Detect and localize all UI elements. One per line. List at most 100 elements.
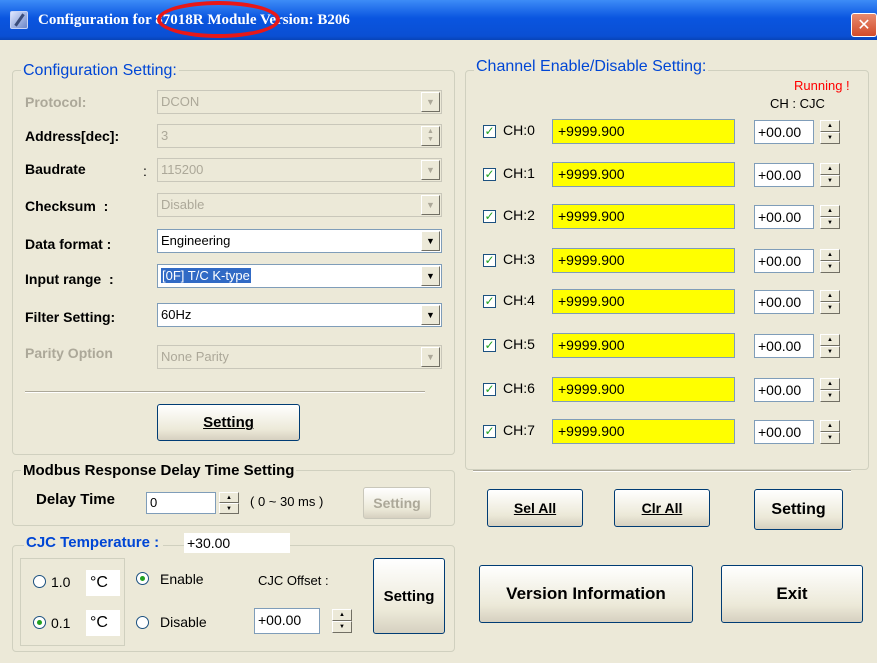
channel-checkbox[interactable]: ✓ (483, 254, 496, 267)
sel-all-button[interactable]: Sel All (487, 489, 583, 527)
spin-up-icon[interactable]: ▲ (820, 120, 840, 132)
input-range-select[interactable]: [0F] T/C K-type ▼ (157, 264, 442, 288)
channel-checkbox[interactable]: ✓ (483, 125, 496, 138)
spin-down-icon[interactable]: ▼ (820, 261, 840, 273)
exit-button[interactable]: Exit (721, 565, 863, 623)
channel-cjc-stepper[interactable]: ▲ ▼ (820, 249, 840, 273)
spin-down-icon[interactable]: ▼ (820, 390, 840, 402)
chevron-down-icon: ▼ (421, 92, 440, 112)
app-icon (10, 11, 28, 29)
channel-cjc-input[interactable]: +00.00 (754, 334, 814, 358)
channel-cjc-value: +00.00 (758, 209, 802, 225)
channel-setting-button[interactable]: Setting (754, 489, 843, 530)
chevron-down-icon[interactable]: ▼ (421, 266, 440, 286)
channel-cjc-stepper[interactable]: ▲ ▼ (820, 420, 840, 444)
channel-cjc-input[interactable]: +00.00 (754, 205, 814, 229)
spin-down-icon[interactable]: ▼ (820, 346, 840, 358)
channel-value: +9999.900 (558, 166, 625, 182)
resolution-1-0-radio[interactable] (33, 575, 46, 588)
spin-down-icon[interactable]: ▼ (820, 217, 840, 229)
input-range-label: Input range : (25, 271, 114, 287)
spin-up-icon[interactable]: ▲ (820, 420, 840, 432)
spin-up-icon[interactable]: ▲ (820, 249, 840, 261)
cjc-offset-input[interactable]: +00.00 (254, 608, 320, 634)
unit-c-label-1: °C (90, 574, 108, 591)
cjc-enable-radio[interactable] (136, 572, 149, 585)
channel-cjc-stepper[interactable]: ▲ ▼ (820, 163, 840, 187)
address-value: 3 (161, 128, 169, 143)
spin-up-icon[interactable]: ▲ (820, 334, 840, 346)
channel-cjc-value: +00.00 (758, 167, 802, 183)
channel-label: CH:0 (503, 122, 535, 138)
channel-checkbox[interactable]: ✓ (483, 425, 496, 438)
channel-cjc-stepper[interactable]: ▲ ▼ (820, 334, 840, 358)
channel-cjc-input[interactable]: +00.00 (754, 120, 814, 144)
title-bar[interactable]: Configuration for 87018R Module Version:… (0, 0, 877, 40)
delay-time-input[interactable]: 0 (146, 492, 216, 514)
close-button[interactable]: ✕ (851, 13, 877, 37)
spin-down-icon[interactable]: ▼ (820, 302, 840, 314)
channel-value: +9999.900 (558, 423, 625, 439)
channel-checkbox[interactable]: ✓ (483, 295, 496, 308)
spin-down-icon[interactable]: ▼ (219, 503, 239, 514)
channel-value-field: +9999.900 (552, 333, 735, 358)
config-setting-button[interactable]: Setting (157, 404, 300, 441)
channel-label: CH:1 (503, 165, 535, 181)
parity-option-select: None Parity ▼ (157, 345, 442, 369)
spin-up-icon[interactable]: ▲ (219, 492, 239, 503)
channel-cjc-input[interactable]: +00.00 (754, 249, 814, 273)
data-format-select[interactable]: Engineering ▼ (157, 229, 442, 253)
spin-down-icon[interactable]: ▼ (820, 175, 840, 187)
spin-up-icon[interactable]: ▲ (332, 609, 352, 621)
spin-down-icon[interactable]: ▼ (820, 132, 840, 144)
filter-setting-value: 60Hz (161, 307, 192, 322)
channel-cjc-input[interactable]: +00.00 (754, 378, 814, 402)
channel-cjc-stepper[interactable]: ▲ ▼ (820, 205, 840, 229)
channel-cjc-input[interactable]: +00.00 (754, 290, 814, 314)
spin-down-icon[interactable]: ▼ (820, 432, 840, 444)
channel-cjc-input[interactable]: +00.00 (754, 420, 814, 444)
channel-cjc-stepper[interactable]: ▲ ▼ (820, 290, 840, 314)
spin-up-icon[interactable]: ▲ (820, 290, 840, 302)
chevron-down-icon[interactable]: ▼ (421, 231, 440, 251)
cjc-disable-radio[interactable] (136, 616, 149, 629)
channel-label: CH:3 (503, 251, 535, 267)
chevron-down-icon[interactable]: ▼ (421, 305, 440, 325)
cjc-offset-stepper[interactable]: ▲ ▼ (332, 609, 352, 633)
delay-time-stepper[interactable]: ▲ ▼ (219, 492, 239, 514)
channel-value: +9999.900 (558, 381, 625, 397)
channel-checkbox[interactable]: ✓ (483, 383, 496, 396)
running-status: Running ! (794, 78, 850, 93)
input-range-value: [0F] T/C K-type (161, 268, 251, 283)
channel-label: CH:7 (503, 422, 535, 438)
channel-label: CH:6 (503, 380, 535, 396)
channel-checkbox[interactable]: ✓ (483, 168, 496, 181)
spin-down-icon[interactable]: ▼ (332, 621, 352, 633)
spin-up-icon[interactable]: ▲ (820, 378, 840, 390)
delay-time-label: Delay Time (36, 491, 115, 508)
cjc-setting-button[interactable]: Setting (373, 558, 445, 634)
spin-up-icon[interactable]: ▲ (820, 205, 840, 217)
spin-up-icon[interactable]: ▲ (820, 163, 840, 175)
version-information-button[interactable]: Version Information (479, 565, 693, 623)
channel-value-field: +9999.900 (552, 248, 735, 273)
channel-cjc-stepper[interactable]: ▲ ▼ (820, 378, 840, 402)
cjc-disable-label: Disable (160, 614, 207, 630)
delay-range-text: ( 0 ~ 30 ms ) (250, 494, 324, 509)
clr-all-button[interactable]: Clr All (614, 489, 710, 527)
channel-checkbox[interactable]: ✓ (483, 339, 496, 352)
spin-arrows-icon: ▲ ▼ (421, 126, 440, 146)
channel-value: +9999.900 (558, 252, 625, 268)
configuration-setting-legend: Configuration Setting: (21, 62, 179, 80)
channel-cjc-input[interactable]: +00.00 (754, 163, 814, 187)
filter-setting-select[interactable]: 60Hz ▼ (157, 303, 442, 327)
address-label: Address[dec]: (25, 128, 120, 144)
filter-setting-label: Filter Setting: (25, 309, 116, 325)
channel-checkbox[interactable]: ✓ (483, 210, 496, 223)
resolution-0-1-radio[interactable] (33, 616, 46, 629)
resolution-1-0-label: 1.0 (51, 574, 71, 590)
cjc-temperature-label: CJC Temperature : (24, 534, 164, 551)
channel-cjc-stepper[interactable]: ▲ ▼ (820, 120, 840, 144)
config-divider (25, 391, 425, 393)
data-format-value: Engineering (161, 233, 231, 248)
